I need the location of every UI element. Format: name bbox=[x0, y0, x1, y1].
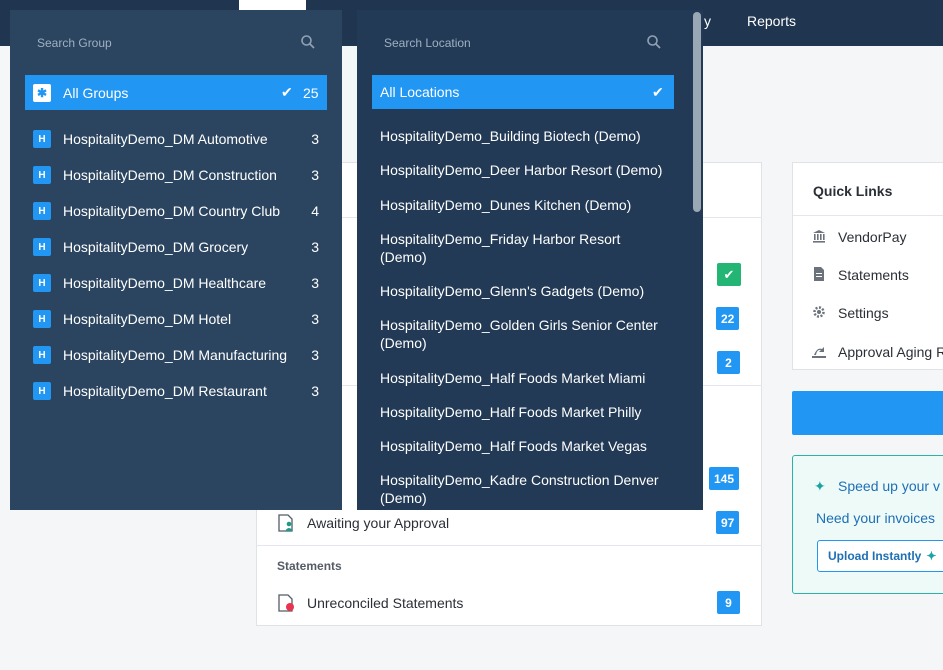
group-badge-icon: H bbox=[33, 166, 51, 184]
location-item[interactable]: HospitalityDemo_Friday Harbor Resort (De… bbox=[380, 230, 670, 266]
group-item[interactable]: H HospitalityDemo_DM Hotel 3 bbox=[33, 301, 327, 337]
group-item-count: 3 bbox=[311, 167, 319, 183]
check-icon: ✔ bbox=[281, 84, 293, 100]
location-dropdown: Search Location All Locations ✔ Hospital… bbox=[357, 10, 703, 510]
group-item-count: 4 bbox=[311, 203, 319, 219]
search-icon[interactable] bbox=[646, 34, 662, 50]
group-item[interactable]: H HospitalityDemo_DM Healthcare 3 bbox=[33, 265, 327, 301]
group-item[interactable]: H HospitalityDemo_DM Country Club 4 bbox=[33, 193, 327, 229]
quick-link-settings[interactable]: Settings bbox=[838, 305, 889, 321]
location-item[interactable]: HospitalityDemo_Building Biotech (Demo) bbox=[380, 127, 670, 145]
group-item-count: 3 bbox=[311, 275, 319, 291]
location-item[interactable]: HospitalityDemo_Half Foods Market Miami bbox=[380, 369, 670, 387]
all-groups-count: 25 bbox=[303, 84, 319, 101]
group-item[interactable]: H HospitalityDemo_DM Automotive 3 bbox=[33, 121, 327, 157]
group-item-name: HospitalityDemo_DM Restaurant bbox=[63, 383, 267, 399]
divider bbox=[793, 215, 943, 216]
promo-text: Need your invoices bbox=[816, 510, 936, 526]
complete-check-badge: ✔ bbox=[717, 263, 741, 286]
group-item[interactable]: H HospitalityDemo_DM Manufacturing 3 bbox=[33, 337, 327, 373]
divider bbox=[256, 545, 762, 546]
asterisk-icon: ✱ bbox=[33, 83, 51, 102]
group-badge-icon: H bbox=[33, 382, 51, 400]
check-icon: ✔ bbox=[652, 83, 664, 100]
location-item[interactable]: HospitalityDemo_Half Foods Market Vegas bbox=[380, 437, 670, 455]
search-icon[interactable] bbox=[300, 34, 316, 50]
all-groups-label: All Groups bbox=[63, 84, 129, 101]
quick-link-vendorpay[interactable]: VendorPay bbox=[838, 229, 907, 245]
group-item[interactable]: H HospitalityDemo_DM Grocery 3 bbox=[33, 229, 327, 265]
group-item[interactable]: H HospitalityDemo_DM Restaurant 3 bbox=[33, 373, 327, 409]
bank-icon bbox=[813, 230, 825, 243]
group-item-count: 3 bbox=[311, 311, 319, 327]
location-item[interactable]: HospitalityDemo_Kadre Construction Denve… bbox=[380, 471, 670, 507]
statement-alert-icon bbox=[278, 594, 294, 612]
group-item-name: HospitalityDemo_DM Automotive bbox=[63, 131, 268, 147]
all-locations-label: All Locations bbox=[380, 84, 460, 100]
quick-links-title: Quick Links bbox=[813, 183, 893, 199]
group-item-count: 3 bbox=[311, 239, 319, 255]
group-badge-icon: H bbox=[33, 274, 51, 292]
location-search[interactable]: Search Location bbox=[357, 10, 703, 76]
upload-instantly-label: Upload Instantly bbox=[828, 549, 922, 563]
report-icon bbox=[812, 347, 826, 358]
location-item[interactable]: HospitalityDemo_Deer Harbor Resort (Demo… bbox=[380, 161, 670, 179]
count-badge[interactable]: 22 bbox=[716, 307, 740, 330]
location-item[interactable]: HospitalityDemo_Golden Girls Senior Cent… bbox=[380, 316, 670, 352]
group-badge-icon: H bbox=[33, 130, 51, 148]
all-locations-option[interactable]: All Locations ✔ bbox=[372, 75, 674, 109]
group-item[interactable]: H HospitalityDemo_DM Construction 3 bbox=[33, 157, 327, 193]
sparkle-icon: ✦ bbox=[814, 478, 826, 494]
group-badge-icon: H bbox=[33, 202, 51, 220]
group-item-name: HospitalityDemo_DM Grocery bbox=[63, 239, 249, 255]
group-item-name: HospitalityDemo_DM Construction bbox=[63, 167, 277, 183]
sparkle-icon: ✦ bbox=[926, 549, 937, 563]
group-dropdown: Search Group ✱ All Groups ✔ 25 H Hospita… bbox=[10, 10, 342, 510]
all-groups-option[interactable]: ✱ All Groups ✔ 25 bbox=[25, 75, 327, 110]
group-search-input[interactable]: Search Group bbox=[37, 36, 112, 50]
group-badge-icon: H bbox=[33, 346, 51, 364]
gear-icon bbox=[813, 306, 825, 318]
unreconciled-statements-label[interactable]: Unreconciled Statements bbox=[307, 595, 463, 611]
group-item-name: HospitalityDemo_DM Hotel bbox=[63, 311, 232, 327]
location-item[interactable]: HospitalityDemo_Glenn's Gadgets (Demo) bbox=[380, 282, 670, 300]
statements-section-title: Statements bbox=[277, 559, 342, 573]
group-item-name: HospitalityDemo_DM Manufacturing bbox=[63, 347, 288, 363]
count-badge[interactable]: 145 bbox=[709, 467, 740, 490]
nav-tab-active[interactable] bbox=[239, 0, 306, 10]
approval-user-icon bbox=[278, 514, 293, 532]
awaiting-count-badge[interactable]: 97 bbox=[716, 511, 740, 534]
group-badge-icon: H bbox=[33, 310, 51, 328]
count-badge[interactable]: 2 bbox=[717, 351, 740, 374]
document-icon bbox=[814, 267, 824, 281]
location-item[interactable]: HospitalityDemo_Half Foods Market Philly bbox=[380, 403, 670, 421]
nav-item-reports[interactable]: Reports bbox=[747, 13, 796, 29]
location-scrollbar[interactable] bbox=[693, 12, 701, 212]
group-item-count: 3 bbox=[311, 383, 319, 399]
nav-item-partial[interactable]: y bbox=[704, 13, 711, 29]
primary-action-bar[interactable] bbox=[792, 391, 943, 435]
unreconciled-count-badge[interactable]: 9 bbox=[717, 591, 740, 614]
upload-instantly-button[interactable]: Upload Instantly ✦ bbox=[817, 540, 943, 572]
group-badge-icon: H bbox=[33, 238, 51, 256]
awaiting-approval-label[interactable]: Awaiting your Approval bbox=[307, 515, 449, 531]
group-item-name: HospitalityDemo_DM Country Club bbox=[63, 203, 281, 219]
location-item[interactable]: HospitalityDemo_Dunes Kitchen (Demo) bbox=[380, 196, 670, 214]
group-item-name: HospitalityDemo_DM Healthcare bbox=[63, 275, 267, 291]
location-search-input[interactable]: Search Location bbox=[384, 36, 471, 50]
quick-link-approval-aging[interactable]: Approval Aging R bbox=[838, 344, 943, 360]
group-item-count: 3 bbox=[311, 131, 319, 147]
quick-link-statements[interactable]: Statements bbox=[838, 267, 909, 283]
group-item-count: 3 bbox=[311, 347, 319, 363]
promo-title: Speed up your v bbox=[838, 478, 940, 494]
group-search[interactable]: Search Group bbox=[10, 10, 342, 76]
